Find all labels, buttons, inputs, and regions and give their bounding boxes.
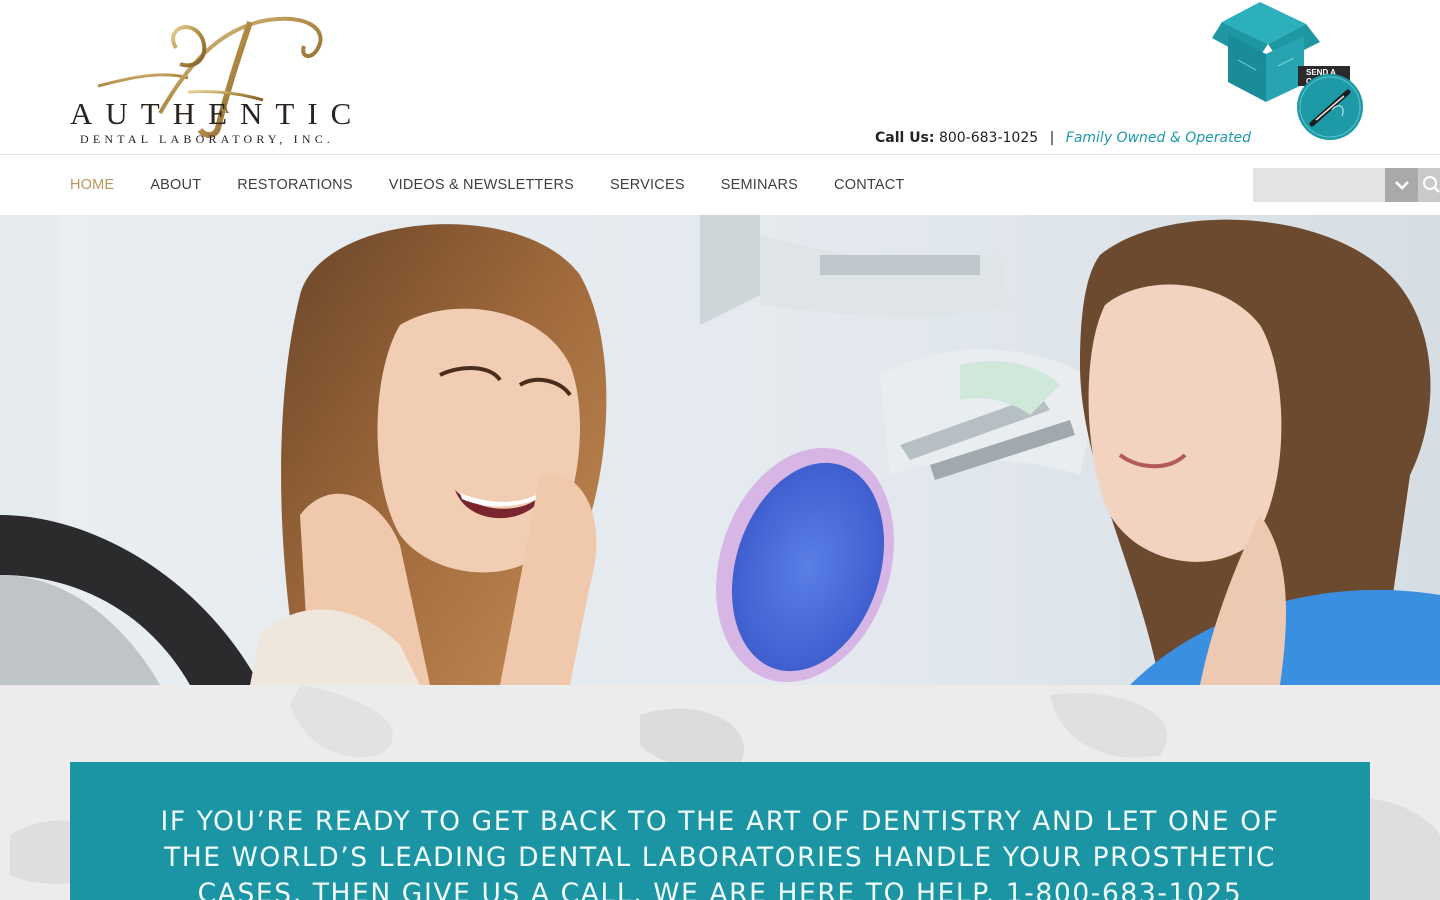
cta-box: IF YOU’RE READY TO GET BACK TO THE ART O…	[70, 762, 1370, 900]
hero-banner	[0, 215, 1440, 685]
contact-separator: |	[1049, 130, 1055, 146]
search-submit-button[interactable]	[1418, 168, 1440, 202]
cta-text: IF YOU’RE READY TO GET BACK TO THE ART O…	[160, 806, 1280, 900]
search-bar	[1253, 168, 1440, 202]
nav-item-seminars[interactable]: SEMINARS	[721, 177, 798, 193]
contact-line: Call Us: 800-683-1025 | Family Owned & O…	[875, 130, 1251, 146]
call-us-label: Call Us:	[875, 130, 935, 146]
nav-item-videos-newsletters[interactable]: VIDEOS & NEWSLETTERS	[389, 177, 574, 193]
cta-section: IF YOU’RE READY TO GET BACK TO THE ART O…	[0, 685, 1440, 900]
logo-wordmark: AUTHENTIC	[70, 96, 365, 131]
nav-item-about[interactable]: ABOUT	[150, 177, 201, 193]
search-input[interactable]	[1253, 168, 1385, 202]
nav-item-restorations[interactable]: RESTORATIONS	[237, 177, 352, 193]
hero-photo-image	[0, 215, 1440, 685]
search-dropdown-button[interactable]	[1385, 168, 1418, 202]
send-a-case-button[interactable]: SEND A CASE	[1208, 0, 1368, 145]
site-logo[interactable]: A AUTHENTIC DENTAL LABORATORY, INC.	[68, 8, 351, 148]
nav-item-home[interactable]: HOME	[70, 177, 114, 193]
search-icon	[1423, 176, 1440, 193]
shipping-box-icon: SEND A CASE	[1212, 2, 1363, 140]
main-nav: HOME ABOUT RESTORATIONS VIDEOS & NEWSLET…	[0, 156, 1440, 214]
phone-link[interactable]: 800-683-1025	[939, 130, 1038, 146]
chevron-down-icon	[1394, 181, 1409, 190]
nav-item-contact[interactable]: CONTACT	[834, 177, 904, 193]
nav-item-services[interactable]: SERVICES	[610, 177, 685, 193]
site-header: A AUTHENTIC DENTAL LABORATORY, INC. Call…	[0, 0, 1440, 155]
logo-subline: DENTAL LABORATORY, INC.	[80, 132, 335, 146]
